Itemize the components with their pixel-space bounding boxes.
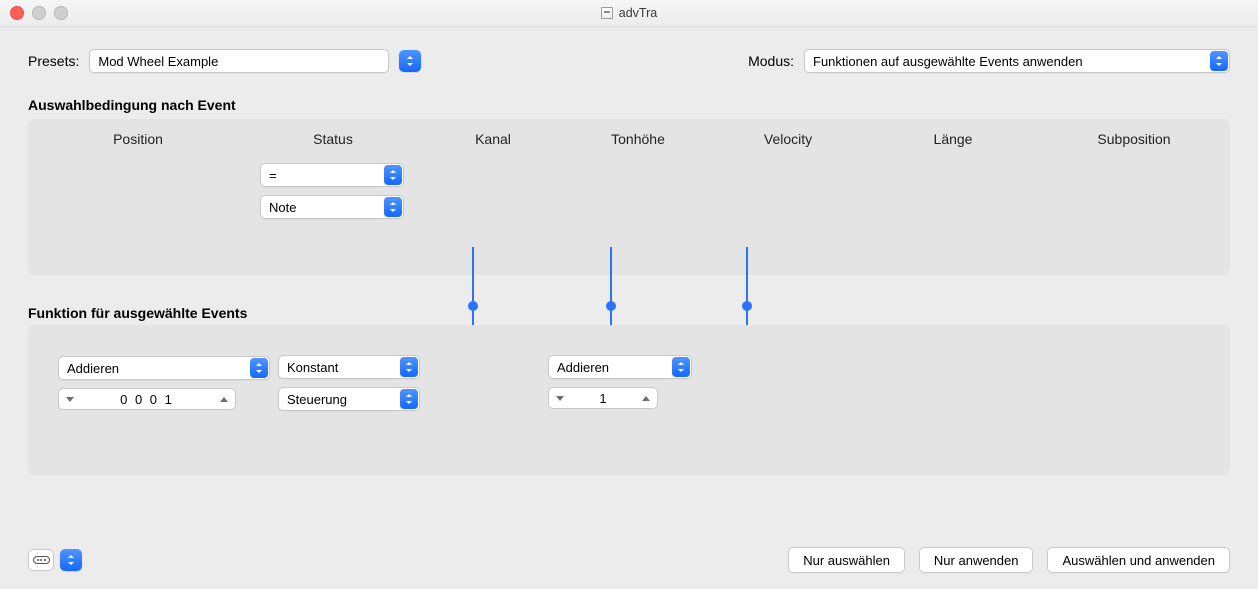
stepper-increment[interactable]	[213, 389, 235, 409]
window-title: advTra	[619, 6, 657, 20]
link-handle-tonhoehe[interactable]	[606, 301, 616, 311]
window-close-button[interactable]	[10, 6, 24, 20]
status-operator-value: =	[269, 168, 277, 183]
col-status: Status	[248, 131, 418, 147]
preset-menu-button[interactable]	[399, 50, 421, 72]
more-options-menu-button[interactable]	[60, 549, 82, 571]
more-options-button[interactable]	[28, 549, 54, 571]
window-zoom-button[interactable]	[54, 6, 68, 20]
updown-icon	[677, 362, 685, 372]
divider-area: Funktion für ausgewählte Events	[28, 275, 1230, 325]
operation-panel: Addieren 0 0 0 1 Konstant Steuerung	[28, 325, 1230, 475]
position-value-stepper[interactable]: 0 0 0 1	[58, 388, 236, 410]
titlebar: advTra	[0, 0, 1258, 27]
position-kind-value: Steuerung	[287, 392, 347, 407]
condition-panel: Position Status Kanal Tonhöhe Velocity L…	[28, 119, 1230, 275]
window-proxy-icon	[601, 7, 613, 19]
col-subposition: Subposition	[1038, 131, 1230, 147]
updown-icon	[255, 363, 263, 373]
modus-label: Modus:	[748, 53, 794, 69]
condition-columns: Position Status Kanal Tonhöhe Velocity L…	[28, 119, 1230, 159]
condition-heading: Auswahlbedingung nach Event	[28, 97, 1230, 113]
updown-icon	[389, 202, 397, 212]
stepper-decrement[interactable]	[59, 389, 82, 409]
col-tonhoehe: Tonhöhe	[568, 131, 708, 147]
stepper-decrement[interactable]	[549, 388, 572, 408]
ellipsis-icon	[33, 556, 50, 564]
position-kind-select[interactable]: Steuerung	[278, 387, 420, 411]
updown-icon	[389, 170, 397, 180]
updown-icon	[67, 555, 75, 565]
select-and-apply-button[interactable]: Auswählen und anwenden	[1047, 547, 1230, 573]
status-type-select[interactable]: Note	[260, 195, 404, 219]
updown-icon	[1215, 56, 1223, 66]
presets-label: Presets:	[28, 53, 79, 69]
operation-heading: Funktion für ausgewählte Events	[28, 305, 247, 321]
position-src-value: Konstant	[287, 360, 338, 375]
status-operator-select[interactable]: =	[260, 163, 404, 187]
modus-select-value: Funktionen auf ausgewählte Events anwend…	[813, 54, 1083, 69]
col-velocity: Velocity	[708, 131, 868, 147]
col-laenge: Länge	[868, 131, 1038, 147]
modus-select[interactable]: Funktionen auf ausgewählte Events anwend…	[804, 49, 1230, 73]
preset-field-value: Mod Wheel Example	[98, 54, 218, 69]
stepper-increment[interactable]	[635, 388, 657, 408]
position-value-text: 0 0 0 1	[120, 392, 174, 407]
tonhoehe-value-text: 1	[599, 391, 606, 406]
updown-icon	[405, 394, 413, 404]
updown-icon	[405, 362, 413, 372]
link-handle-velocity[interactable]	[742, 301, 752, 311]
tonhoehe-value-stepper[interactable]: 1	[548, 387, 658, 409]
preset-field[interactable]: Mod Wheel Example	[89, 49, 389, 73]
col-position: Position	[28, 131, 248, 147]
position-op-select[interactable]: Addieren	[58, 356, 270, 380]
status-type-value: Note	[269, 200, 296, 215]
select-only-button[interactable]: Nur auswählen	[788, 547, 905, 573]
traffic-lights	[0, 6, 68, 20]
col-kanal: Kanal	[418, 131, 568, 147]
select-only-label: Nur auswählen	[803, 553, 890, 568]
apply-only-label: Nur anwenden	[934, 553, 1019, 568]
link-handle-kanal[interactable]	[468, 301, 478, 311]
apply-only-button[interactable]: Nur anwenden	[919, 547, 1034, 573]
select-and-apply-label: Auswählen und anwenden	[1062, 553, 1215, 568]
tonhoehe-op-select[interactable]: Addieren	[548, 355, 692, 379]
window-minimize-button[interactable]	[32, 6, 46, 20]
tonhoehe-op-value: Addieren	[557, 360, 609, 375]
position-op-value: Addieren	[67, 361, 119, 376]
position-src-select[interactable]: Konstant	[278, 355, 420, 379]
updown-icon	[406, 56, 414, 66]
